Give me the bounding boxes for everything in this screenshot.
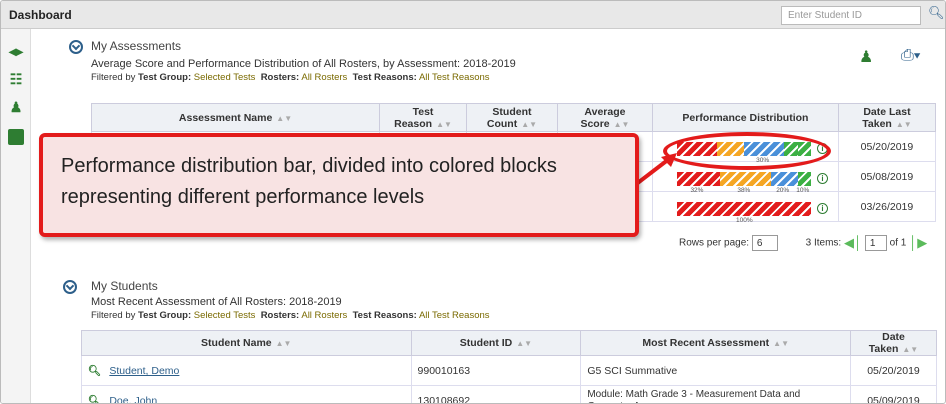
col-test-reason[interactable]: Test Reason ▲▼ (379, 103, 467, 132)
student-id-cell: 130108692 (410, 385, 582, 403)
assessments-header-row: Assessment Name ▲▼ Test Reason ▲▼ Student … (90, 103, 937, 132)
student-report-icon[interactable]: 🔍︎ (88, 395, 101, 403)
date-cell: 03/26/2019 (837, 191, 937, 222)
performance-bar (677, 202, 811, 216)
date-cell: 05/08/2019 (837, 161, 937, 192)
col-student-id[interactable]: Student ID ▲▼ (410, 330, 582, 356)
info-icon[interactable]: i (817, 203, 828, 214)
performance-segment (677, 172, 720, 186)
student-report-icon[interactable]: 🔍︎ (88, 365, 101, 377)
col-assessment-name[interactable]: Assessment Name ▲▼ (90, 103, 381, 132)
table-row: 🔍︎ Doe, John 130108692 Module: Math Grade… (81, 385, 937, 403)
date-cell: 05/09/2019 (850, 385, 937, 403)
group-icon[interactable]: ♟ (8, 99, 24, 115)
performance-percent-label: 38% (737, 187, 751, 194)
col-date-last-taken[interactable]: Date Last Taken ▲▼ (837, 103, 937, 132)
expand-collapse-icon[interactable]: ◂▸ (8, 43, 24, 59)
roster-icon[interactable]: ♟ (859, 47, 873, 67)
top-bar: Dashboard 🔍︎ (1, 1, 945, 29)
col-average-score[interactable]: Average Score ▲▼ (556, 103, 653, 132)
table-row: 🔍︎ Student, Demo 990010163 G5 SCI Summati… (81, 355, 937, 386)
students-table: Student Name ▲▼ Student ID ▲▼ Most Recent … (81, 330, 937, 403)
performance-segment (770, 172, 798, 186)
page-title: Dashboard (9, 8, 72, 22)
rows-per-page-input[interactable]: 6 (751, 235, 778, 251)
students-heading: My Students (91, 279, 158, 293)
pager: Rows per page: 6 3 Items: ◀│ 1 of 1 │▶ (679, 235, 927, 251)
assessments-filter-line: Filtered by Test Group: Selected Tests R… (91, 72, 490, 83)
info-icon[interactable]: i (817, 173, 828, 184)
student-id-search-input[interactable] (781, 6, 921, 25)
highlight-oval (663, 132, 831, 170)
date-cell: 05/20/2019 (837, 131, 937, 162)
performance-percent-label: 10% (796, 187, 810, 194)
students-filter-line: Filtered by Test Group: Selected Tests R… (91, 310, 490, 321)
students-collapse-toggle[interactable] (63, 280, 77, 294)
previous-page-icon[interactable]: ◀│ (844, 235, 862, 250)
left-toolbar: ◂▸ ☷ ♟ (1, 29, 31, 403)
assessments-subtitle: Average Score and Performance Distributi… (91, 58, 516, 70)
col-student-name[interactable]: Student Name ▲▼ (81, 330, 412, 356)
dashboard-frame: Dashboard 🔍︎ ◂▸ ☷ ♟ My Assessments Avera… (0, 0, 946, 404)
assessment-cell: G5 SCI Summative (580, 355, 852, 386)
student-id-cell: 990010163 (410, 355, 582, 386)
rows-per-page-label: Rows per page: (679, 237, 750, 249)
col-performance-distribution: Performance Distribution (651, 103, 839, 132)
callout-box: Performance distribution bar, divided in… (39, 133, 639, 237)
student-name-link[interactable]: Doe, John (109, 395, 157, 403)
students-subtitle: Most Recent Assessment of All Rosters: 2… (91, 296, 342, 308)
performance-percent-label: 100% (736, 217, 753, 224)
col-most-recent-assessment[interactable]: Most Recent Assessment ▲▼ (580, 330, 852, 356)
students-header-row: Student Name ▲▼ Student ID ▲▼ Most Recent … (81, 330, 937, 356)
page-number-input[interactable]: 1 (864, 235, 887, 251)
hierarchy-icon[interactable]: ☷ (8, 71, 24, 87)
assessments-heading: My Assessments (91, 39, 182, 53)
col-student-count[interactable]: Student Count ▲▼ (465, 103, 558, 132)
report-icon[interactable] (8, 129, 24, 145)
col-date-taken[interactable]: Date Taken ▲▼ (850, 330, 937, 356)
assessments-collapse-toggle[interactable] (69, 40, 83, 54)
date-cell: 05/20/2019 (850, 355, 937, 386)
performance-segment (797, 172, 811, 186)
performance-bar (677, 172, 811, 186)
performance-segment (719, 172, 771, 186)
performance-percent-label: 32% (690, 187, 704, 194)
next-page-icon[interactable]: │▶ (909, 235, 927, 250)
student-name-link[interactable]: Student, Demo (109, 365, 179, 377)
performance-percent-label: 20% (776, 187, 790, 194)
page-total: of 1 (889, 237, 907, 249)
print-menu-icon[interactable]: ⎙▾ (901, 47, 921, 65)
performance-segment (677, 202, 811, 216)
callout-text: Performance distribution bar, divided in… (61, 155, 557, 208)
assessment-cell: Module: Math Grade 3 - Measurement Data … (580, 385, 852, 403)
search-icon[interactable]: 🔍︎ (928, 5, 945, 21)
items-count: 3 Items: (805, 237, 842, 249)
